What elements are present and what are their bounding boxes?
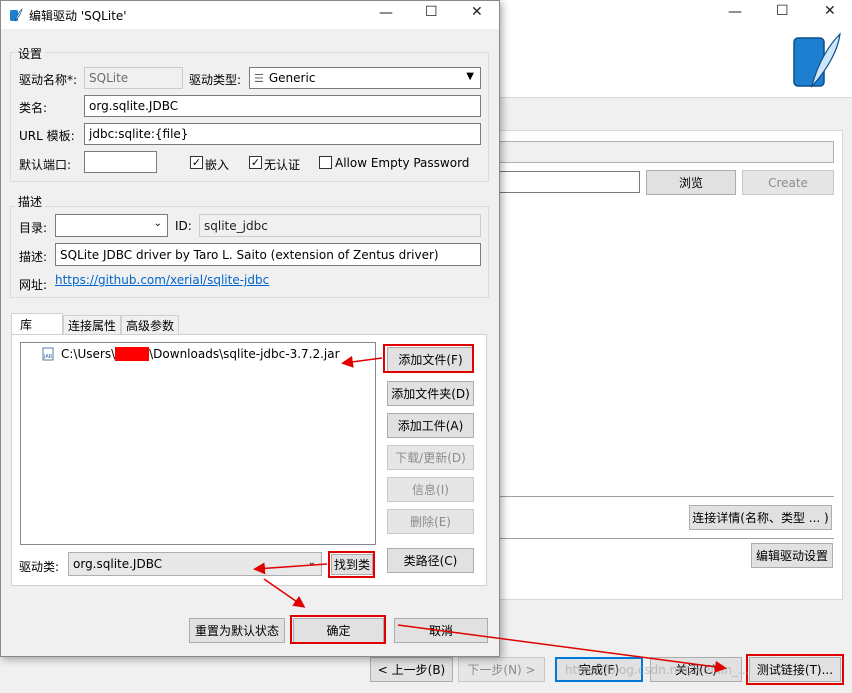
arrow-to-test-connection [397, 624, 727, 673]
arrow-to-file [341, 355, 383, 368]
arrow-to-ok [263, 578, 306, 608]
arrow-to-driver-class [253, 562, 328, 575]
annotation-arrows [253, 355, 727, 673]
